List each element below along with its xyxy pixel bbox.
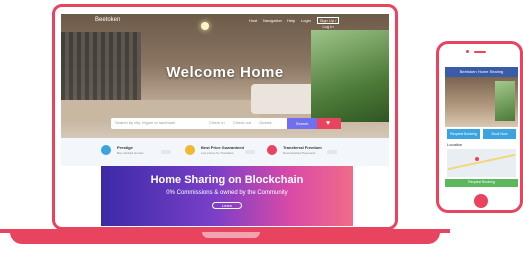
phone-request-button[interactable]: Request Booking	[447, 129, 480, 139]
logo[interactable]: Beetoken	[95, 17, 120, 23]
search-button-label: Search	[295, 121, 309, 126]
feature-tag	[161, 150, 171, 154]
phone-footer-label: Request Booking	[468, 180, 495, 184]
phone-camera-icon	[466, 50, 469, 53]
check-in-field[interactable]: Check in	[209, 120, 225, 125]
transfer-icon	[267, 145, 277, 155]
price-icon	[185, 145, 195, 155]
feature-subtitle: Low prices for Travellers	[201, 151, 234, 155]
guests-field[interactable]: Guests	[259, 120, 272, 125]
shield-icon	[101, 145, 111, 155]
search-input[interactable]: Search by city, region or landmark	[115, 120, 175, 125]
feature-tag	[245, 150, 255, 154]
phone-photo-window	[495, 81, 515, 121]
feature-subtitle: Bee Verified Homes	[117, 151, 144, 155]
phone-book-button[interactable]: Book Now	[483, 129, 516, 139]
banner-subtitle: 0% Commissions & owned by the Community	[166, 190, 288, 196]
nav-link-host[interactable]: Host	[249, 18, 257, 23]
top-nav: Beetoken Host Navigation Help Login Sign…	[61, 14, 389, 29]
laptop-screen: Beetoken Host Navigation Help Login Sign…	[61, 14, 389, 226]
phone-location-label: Location	[447, 142, 463, 147]
nav-link-navigation[interactable]: Navigation	[263, 18, 282, 23]
feature-title: Best Price Guaranteed	[201, 145, 244, 150]
phone-home-button[interactable]	[474, 194, 488, 208]
feature-title: Transferral Freedom	[283, 145, 322, 150]
nav-link-login[interactable]: Login	[301, 18, 311, 23]
feature-tag	[327, 150, 337, 154]
nav-link-help[interactable]: Help	[287, 18, 295, 23]
heart-icon: ♥	[326, 120, 331, 127]
map-pin-icon	[475, 157, 479, 161]
banner-title: Home Sharing on Blockchain	[150, 174, 304, 186]
hero-title: Welcome Home	[166, 64, 284, 81]
laptop-notch	[202, 232, 260, 238]
signup-button[interactable]: Sign Up / Log In	[317, 17, 339, 29]
phone-speaker	[474, 51, 486, 53]
banner-learn-button[interactable]: Learn	[212, 202, 242, 209]
search-button[interactable]: Search	[287, 118, 317, 129]
feature-subtitle: Decentralized Payments	[283, 151, 316, 155]
feature-title: Prestige	[117, 145, 133, 150]
phone-header-title: Beetoken Home Sharing	[459, 69, 504, 74]
check-out-field[interactable]: Check out	[233, 120, 251, 125]
phone-screen: Beetoken Home Sharing Request Booking Bo…	[445, 67, 518, 187]
